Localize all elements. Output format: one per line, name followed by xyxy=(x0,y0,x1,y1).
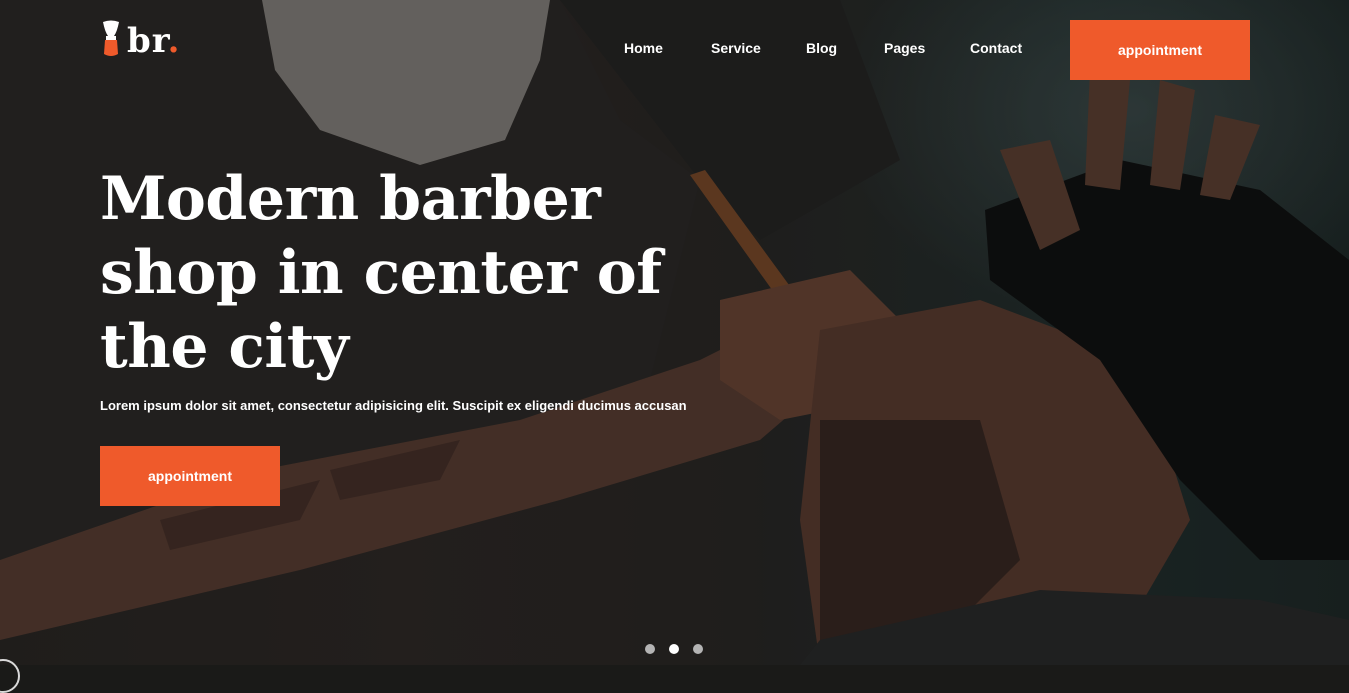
slider-dots xyxy=(645,644,703,654)
nav-item-service[interactable]: Service xyxy=(711,40,761,56)
hero-headline: Modern barber shop in center of the city xyxy=(100,164,662,382)
brand-name: br. xyxy=(127,21,181,61)
brand-logo[interactable]: br. xyxy=(100,20,180,58)
hero-appointment-button[interactable]: appointment xyxy=(100,446,280,506)
hero-subtext: Lorem ipsum dolor sit amet, consectetur … xyxy=(100,398,687,413)
header-appointment-button[interactable]: appointment xyxy=(1070,20,1250,80)
nav-item-contact[interactable]: Contact xyxy=(970,40,1022,56)
slider-dot-3[interactable] xyxy=(693,644,703,654)
shaving-brush-icon xyxy=(103,20,119,56)
slider-dot-1[interactable] xyxy=(645,644,655,654)
nav-item-home[interactable]: Home xyxy=(624,40,663,56)
slider-dot-2[interactable] xyxy=(669,644,679,654)
nav-item-pages[interactable]: Pages xyxy=(884,40,925,56)
nav-item-blog[interactable]: Blog xyxy=(806,40,837,56)
